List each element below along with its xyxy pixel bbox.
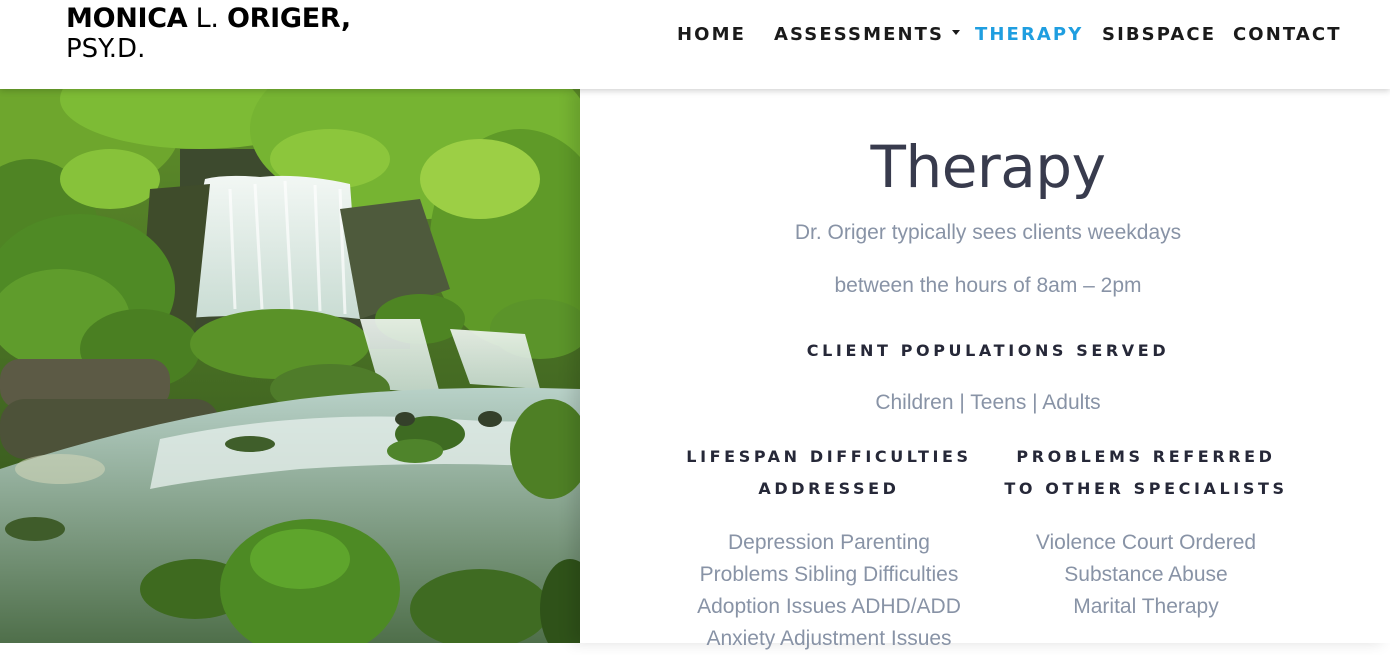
logo-credential: PSY.D. bbox=[66, 34, 146, 64]
lifespan-list: Depression Parenting Problems Sibling Di… bbox=[674, 527, 984, 655]
referred-heading-line-2: TO OTHER SPECIALISTS bbox=[1004, 479, 1288, 498]
nav-sibspace[interactable]: SIBSPACE bbox=[1102, 23, 1216, 47]
nav-contact[interactable]: CONTACT bbox=[1233, 23, 1342, 47]
referred-heading-line-1: PROBLEMS REFERRED bbox=[1016, 447, 1276, 466]
list-item: Problems Sibling Difficulties bbox=[699, 563, 959, 586]
list-item: Adoption Issues ADHD/ADD bbox=[697, 595, 961, 618]
hours-text-line-1: Dr. Origer typically sees clients weekda… bbox=[794, 221, 1182, 244]
client-populations-text: Children | Teens | Adults bbox=[875, 391, 1101, 414]
caret-down-icon bbox=[952, 29, 961, 35]
site-header: MONICA L. ORIGER, PSY.D. HOME ASSESSMENT… bbox=[0, 0, 1390, 89]
list-item: Marital Therapy bbox=[1073, 595, 1219, 618]
lifespan-heading-line-2: ADDRESSED bbox=[758, 479, 900, 498]
site-logo[interactable]: MONICA L. ORIGER, PSY.D. bbox=[66, 3, 351, 65]
therapy-content-panel: Therapy Dr. Origer typically sees client… bbox=[580, 89, 1390, 650]
hero-waterfall-image bbox=[0, 89, 580, 643]
page-title: Therapy bbox=[870, 133, 1106, 201]
client-populations-heading: CLIENT POPULATIONS SERVED bbox=[806, 341, 1170, 360]
lifespan-heading: LIFESPAN DIFFICULTIES ADDRESSED bbox=[674, 441, 984, 505]
lifespan-heading-line-1: LIFESPAN DIFFICULTIES bbox=[686, 447, 972, 466]
referred-list: Violence Court Ordered Substance Abuse M… bbox=[996, 527, 1296, 623]
nav-home[interactable]: HOME bbox=[677, 23, 746, 47]
referred-heading: PROBLEMS REFERRED TO OTHER SPECIALISTS bbox=[996, 441, 1296, 505]
nav-therapy[interactable]: THERAPY bbox=[975, 23, 1083, 47]
list-item: Substance Abuse bbox=[1064, 563, 1228, 586]
list-item: Violence Court Ordered bbox=[1035, 531, 1257, 554]
nav-assessments[interactable]: ASSESSMENTS bbox=[774, 23, 961, 47]
logo-name: MONICA L. ORIGER, bbox=[66, 3, 351, 34]
list-item: Depression Parenting bbox=[728, 531, 930, 554]
hours-text-line-2: between the hours of 8am – 2pm bbox=[834, 274, 1142, 297]
list-item: Anxiety Adjustment Issues bbox=[706, 627, 952, 650]
